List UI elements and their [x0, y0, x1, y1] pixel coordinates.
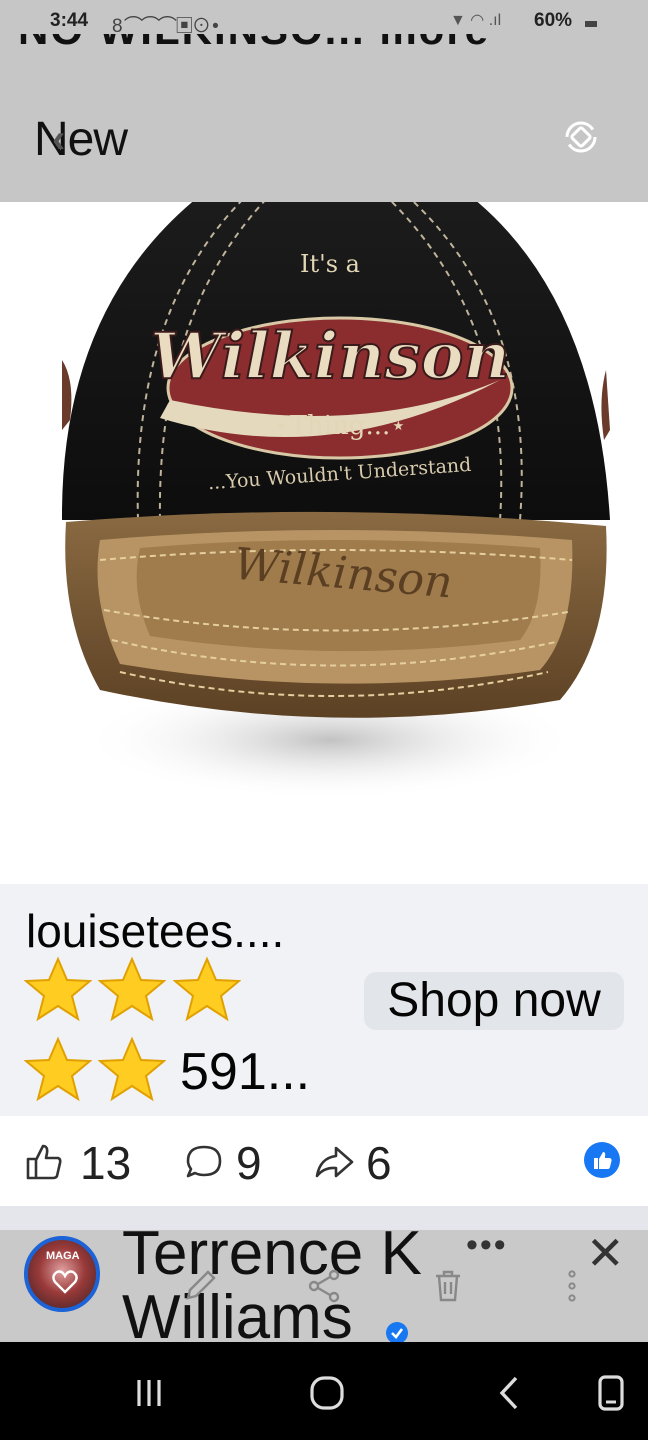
share-button[interactable]: 6 — [314, 1136, 404, 1189]
status-time: 3:44 — [50, 10, 89, 31]
trash-icon[interactable] — [428, 1266, 468, 1306]
close-icon[interactable]: ✕ — [586, 1226, 625, 1280]
product-brand[interactable]: louisetees.... — [26, 904, 284, 958]
share-icon — [315, 1146, 354, 1178]
like-button[interactable]: 13 — [24, 1136, 134, 1189]
keyboard-toggle-icon[interactable] — [588, 1370, 638, 1416]
hat-text-middle: ⋆Thing...⋆ — [273, 411, 406, 441]
rotate-icon[interactable] — [562, 118, 600, 156]
back-nav-icon[interactable] — [486, 1370, 536, 1416]
vertical-dots-icon[interactable] — [564, 1268, 580, 1308]
rating-count: 591... — [180, 1043, 311, 1101]
share-nodes-icon[interactable] — [304, 1266, 344, 1306]
rating-stars-row-2 — [24, 1036, 168, 1107]
comment-count: 9 — [236, 1137, 262, 1189]
like-reaction-badge[interactable] — [584, 1142, 620, 1178]
share-count: 6 — [366, 1137, 392, 1189]
comment-icon — [186, 1145, 222, 1178]
verified-badge-icon — [386, 1322, 408, 1344]
hat-text-top: It's a — [300, 250, 360, 278]
recent-apps-icon[interactable] — [124, 1370, 174, 1416]
star-icon — [98, 1036, 167, 1102]
home-icon[interactable] — [302, 1370, 352, 1416]
star-icon — [24, 956, 92, 1022]
star-icon — [98, 956, 167, 1022]
notification-icons: 8 ⌒⌒⌒▣⊙ • — [112, 16, 219, 37]
back-chevron-icon: ‹ — [52, 117, 66, 161]
thumbs-up-icon — [594, 1152, 612, 1169]
comment-button[interactable]: 9 — [184, 1136, 274, 1189]
edit-pencil-icon[interactable] — [180, 1266, 220, 1306]
battery-icon — [585, 21, 597, 27]
more-options-icon[interactable]: ••• — [466, 1226, 508, 1265]
product-image[interactable]: It's a Wilkinson ⋆Thing...⋆ ...You Would… — [0, 118, 648, 884]
star-icon — [24, 1036, 92, 1102]
avatar-text: MAGA — [46, 1250, 80, 1262]
thumbs-up-icon — [26, 1144, 62, 1180]
battery-level: 60% — [534, 10, 573, 31]
hat-text-name: Wilkinson — [150, 319, 510, 394]
signal-wifi-icons: ▼ ◠ .ıl — [450, 12, 502, 29]
shop-now-button[interactable]: Shop now — [364, 972, 624, 1030]
rating-stars-row-1 — [24, 956, 243, 1027]
back-button[interactable]: New — [34, 112, 128, 167]
heart-icon — [52, 1270, 78, 1294]
star-icon — [172, 956, 241, 1022]
cap-illustration: It's a Wilkinson ⋆Thing...⋆ ...You Would… — [61, 118, 610, 800]
like-count: 13 — [80, 1137, 132, 1189]
author-avatar[interactable]: MAGA — [24, 1236, 100, 1312]
